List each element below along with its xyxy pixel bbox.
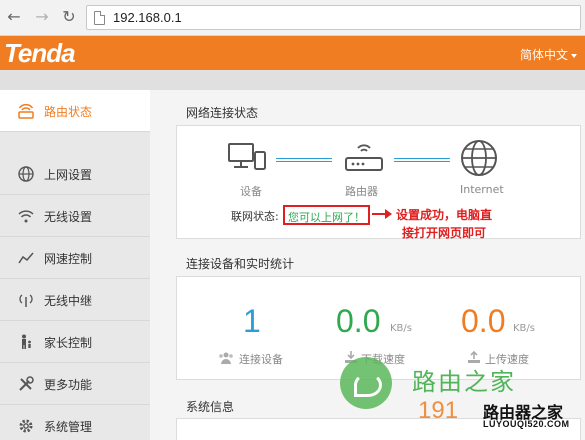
reload-icon[interactable]: ↻ bbox=[59, 7, 79, 27]
address-bar[interactable]: 192.168.0.1 bbox=[86, 5, 581, 30]
download-speed-unit: KB/s bbox=[390, 323, 412, 334]
globe-icon bbox=[17, 165, 35, 183]
sidebar-item-system-management[interactable]: 系统管理 bbox=[0, 405, 150, 440]
router-label: 路由器 bbox=[345, 185, 378, 198]
language-label: 简体中文 bbox=[519, 48, 568, 62]
sidebar-item-label: 网速控制 bbox=[44, 252, 93, 266]
parent-icon bbox=[17, 333, 35, 351]
connection-line-router-internet bbox=[394, 158, 450, 162]
back-arrow-icon[interactable]: ← bbox=[4, 7, 24, 27]
sidebar-item-wireless-settings[interactable]: 无线设置 bbox=[0, 195, 150, 237]
annotation-note: 设置成功，电脑直 接打开网页即可 bbox=[396, 206, 536, 242]
watermark-site-url: LUYOUQI520.COM bbox=[483, 419, 570, 429]
annotation-line-1: 设置成功，电脑直 bbox=[396, 208, 493, 222]
tools-icon bbox=[17, 375, 35, 393]
sidebar-item-internet-settings[interactable]: 上网设置 bbox=[0, 153, 150, 195]
internet-label: Internet bbox=[460, 183, 504, 196]
chevron-down-icon bbox=[571, 53, 577, 58]
download-speed-value: 0.0 bbox=[336, 303, 381, 339]
tenda-logo: Tenda bbox=[4, 38, 76, 68]
stats-title: 连接设备和实时统计 bbox=[186, 257, 295, 271]
internet-globe-icon bbox=[460, 139, 498, 180]
forward-arrow-icon[interactable]: → bbox=[32, 7, 52, 27]
connection-line-device-router bbox=[276, 158, 332, 162]
annotation-line-2: 接打开网页即可 bbox=[402, 226, 487, 240]
speed-chart-icon bbox=[17, 249, 35, 267]
header-subbar bbox=[0, 70, 585, 90]
sidebar-item-parental-control[interactable]: 家长控制 bbox=[0, 321, 150, 363]
sidebar-item-label: 无线中继 bbox=[44, 294, 93, 308]
annotation-arrow-icon bbox=[372, 209, 392, 219]
sidebar-item-wireless-repeater[interactable]: 无线中继 bbox=[0, 279, 150, 321]
app-header: Tenda 简体中文 bbox=[0, 36, 585, 70]
sidebar-item-label: 系统管理 bbox=[44, 420, 93, 434]
sidebar-item-label: 上网设置 bbox=[44, 168, 93, 182]
watermark-logo-icon bbox=[340, 357, 392, 409]
status-badge: 您可以上网了！ bbox=[283, 205, 370, 225]
router-status-icon bbox=[17, 102, 35, 120]
page-icon bbox=[94, 11, 105, 25]
sidebar-item-label: 更多功能 bbox=[44, 378, 93, 392]
users-icon bbox=[218, 352, 233, 364]
sidebar-item-label: 路由状态 bbox=[44, 105, 93, 119]
device-label: 设备 bbox=[240, 185, 262, 198]
url-text[interactable]: 192.168.0.1 bbox=[113, 10, 182, 25]
gear-icon bbox=[17, 417, 35, 435]
network-status-title: 网络连接状态 bbox=[186, 106, 259, 120]
sidebar-item-label: 无线设置 bbox=[44, 210, 93, 224]
watermark-text: 路由之家 bbox=[412, 368, 516, 396]
connected-devices-label: 连接设备 bbox=[239, 353, 283, 366]
watermark-number: 191 bbox=[418, 397, 459, 424]
repeater-icon bbox=[17, 291, 35, 309]
status-prefix: 联网状态: bbox=[231, 210, 279, 223]
sidebar-item-router-status[interactable]: 路由状态 bbox=[0, 90, 150, 132]
sidebar-item-more-features[interactable]: 更多功能 bbox=[0, 363, 150, 405]
sidebar-item-label: 家长控制 bbox=[44, 336, 93, 350]
browser-toolbar: ← → ↻ 192.168.0.1 bbox=[0, 0, 585, 36]
upload-speed-unit: KB/s bbox=[513, 323, 535, 334]
connected-devices-count: 1 bbox=[243, 303, 261, 339]
wifi-icon bbox=[17, 207, 35, 225]
language-selector[interactable]: 简体中文 bbox=[520, 46, 577, 63]
device-icon bbox=[228, 142, 268, 177]
router-icon bbox=[344, 140, 384, 179]
system-info-title: 系统信息 bbox=[186, 400, 235, 414]
upload-speed-value: 0.0 bbox=[461, 303, 506, 339]
sidebar-item-speed-control[interactable]: 网速控制 bbox=[0, 237, 150, 279]
sidebar: 路由状态 上网设置 无线设置 网速控制 无线中继 家长控制 更多功能 系统管理 bbox=[0, 90, 150, 440]
